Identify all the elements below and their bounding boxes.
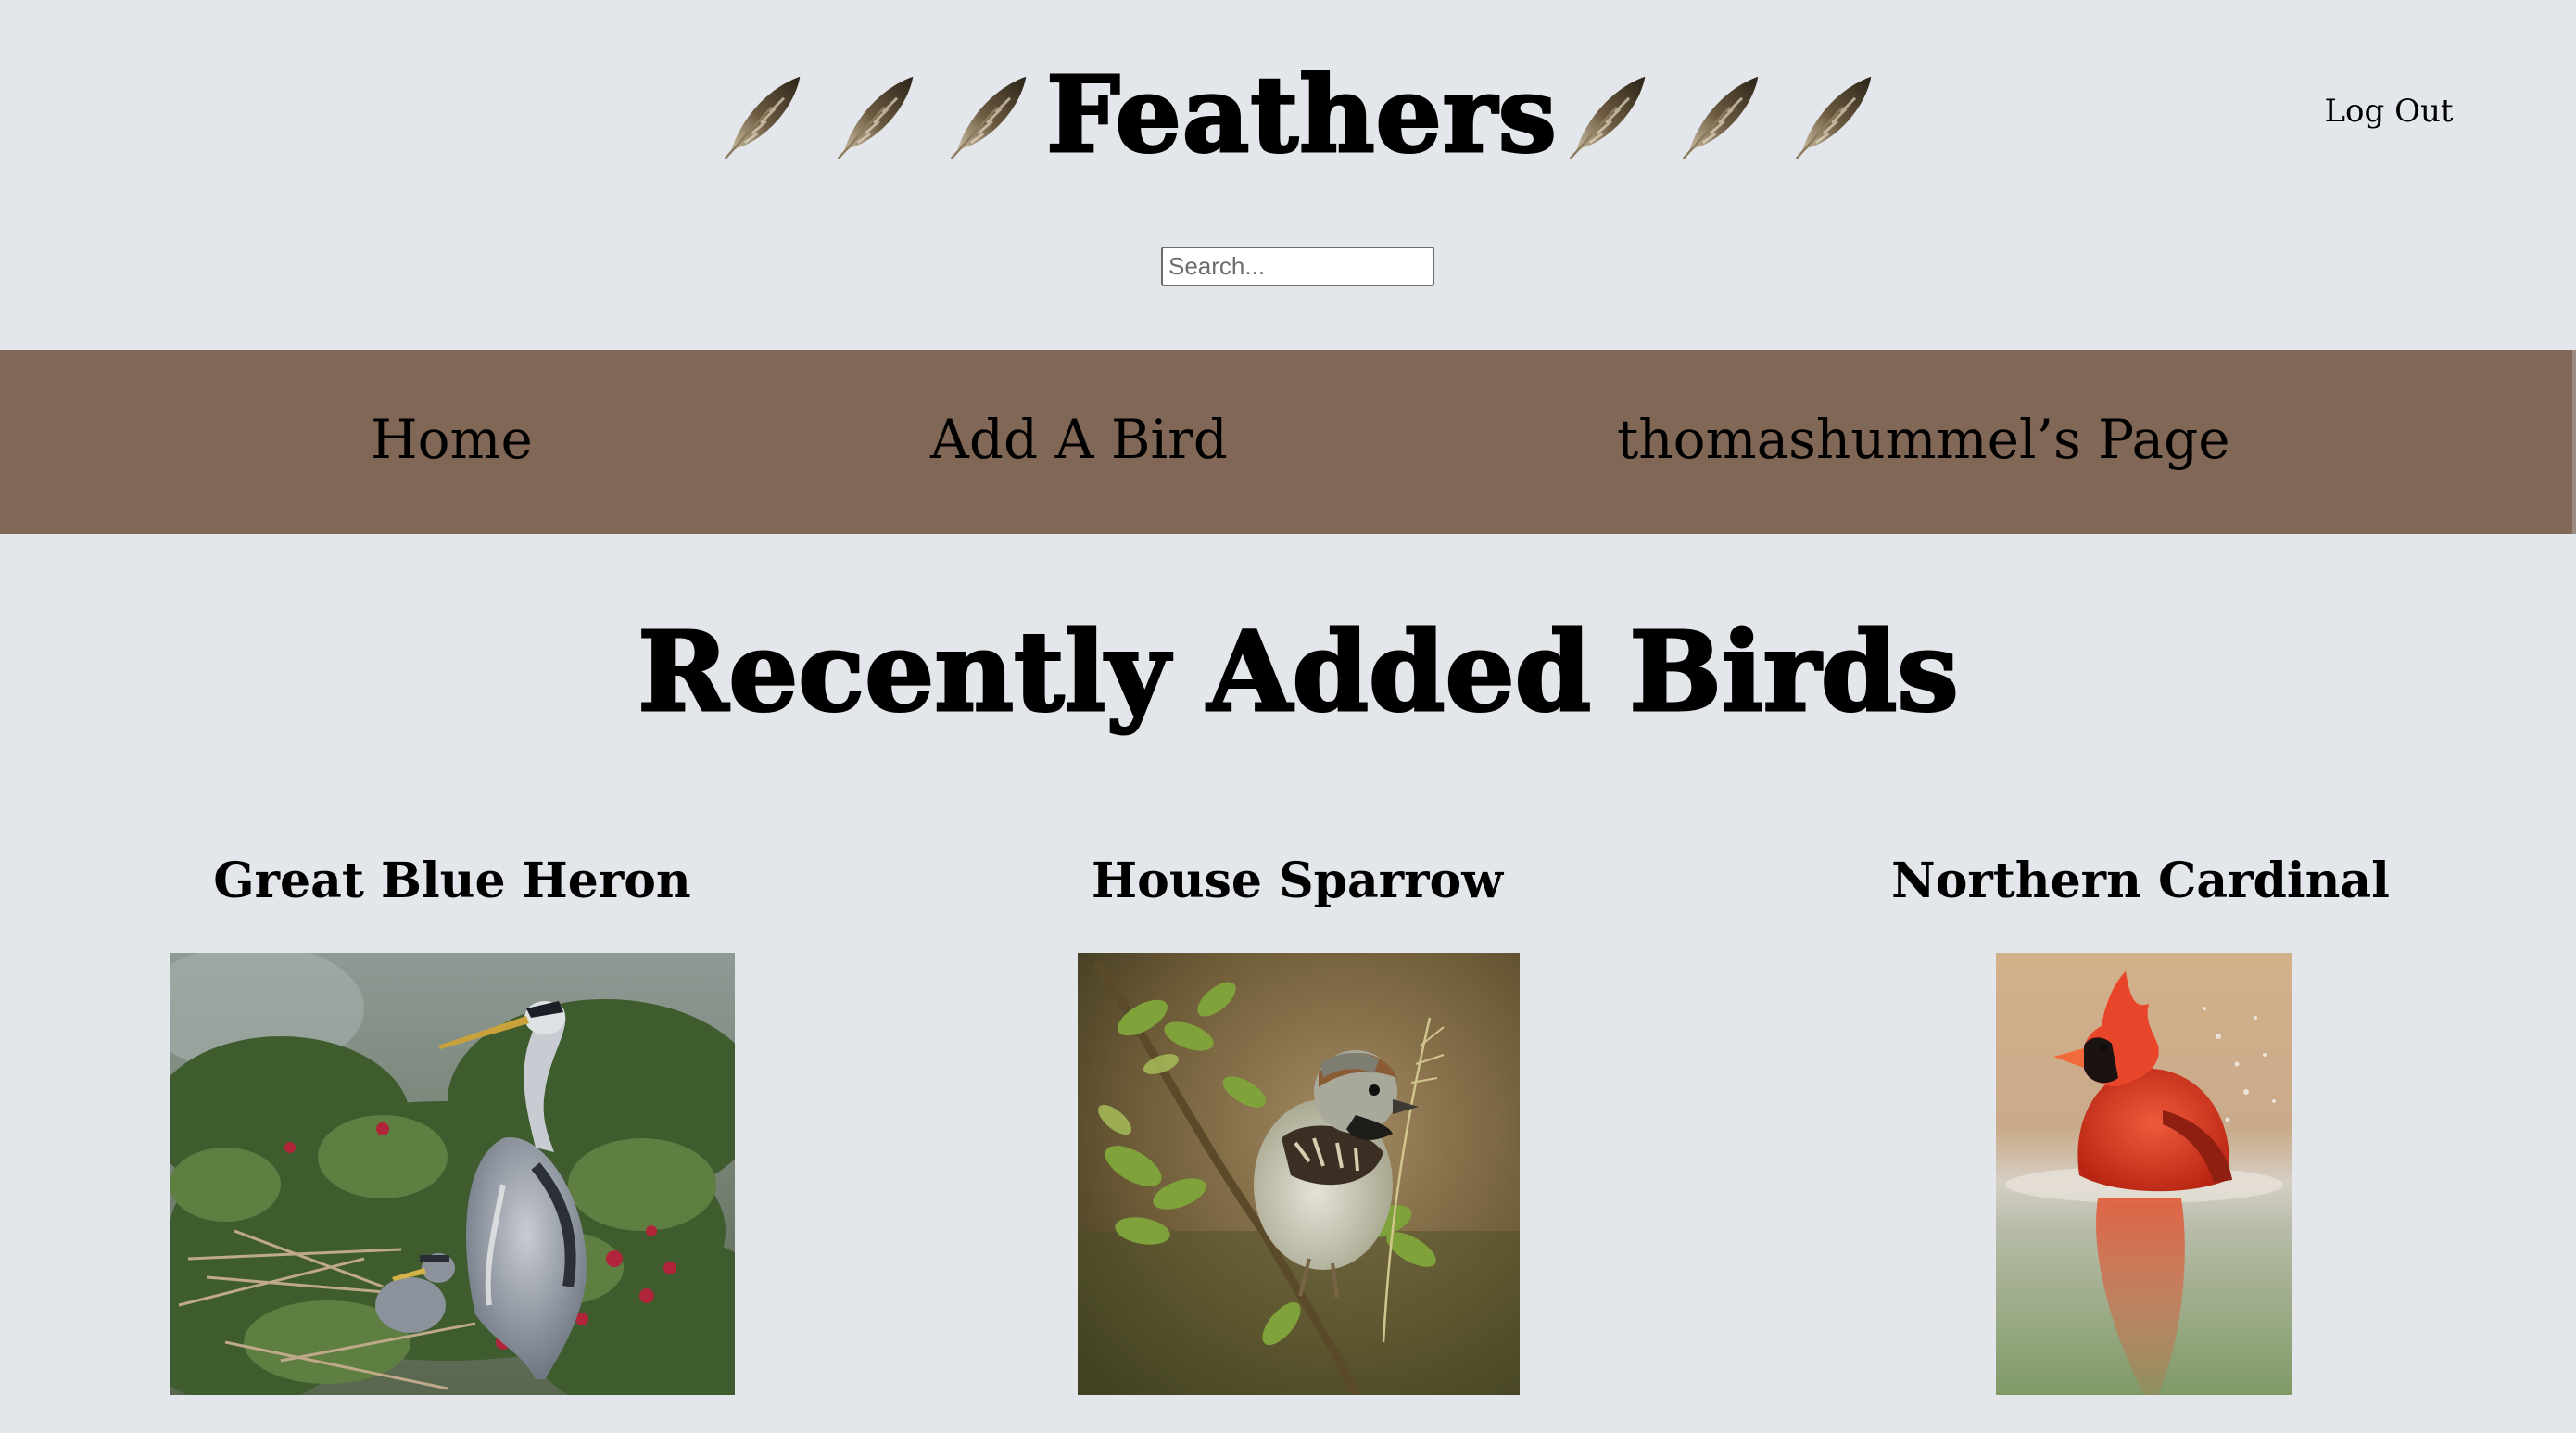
bird-photo[interactable] <box>1078 953 1520 1395</box>
feather-icon <box>837 76 914 159</box>
search-input[interactable] <box>1161 247 1434 286</box>
feather-icon <box>724 76 801 159</box>
nav-item-user-page[interactable]: thomashummel’s Page <box>1617 408 2230 473</box>
bird-photo[interactable] <box>1996 953 2292 1395</box>
site-header: Feathers Log Out <box>0 0 2576 350</box>
main-nav: Home Add A Bird thomashummel’s Page <box>0 350 2576 534</box>
section-title: Recently Added Birds <box>637 607 1961 736</box>
bird-name[interactable]: House Sparrow <box>882 853 1712 910</box>
feather-icon <box>1682 76 1759 159</box>
nav-item-add-a-bird[interactable]: Add A Bird <box>930 408 1228 473</box>
search-bar <box>1161 247 1434 286</box>
brand: Feathers <box>0 56 2576 176</box>
feather-icon <box>1795 76 1872 159</box>
bird-name[interactable]: Great Blue Heron <box>0 853 904 910</box>
site-title: Feathers <box>1045 55 1559 176</box>
bird-photo[interactable] <box>170 953 735 1395</box>
feather-icon <box>950 76 1027 159</box>
nav-item-home[interactable]: Home <box>371 408 533 473</box>
feather-group-left <box>718 68 1033 164</box>
bird-name[interactable]: Northern Cardinal <box>1816 853 2465 910</box>
feather-icon <box>1569 76 1646 159</box>
feather-group-right <box>1563 68 1878 164</box>
logout-link[interactable]: Log Out <box>2305 93 2472 130</box>
